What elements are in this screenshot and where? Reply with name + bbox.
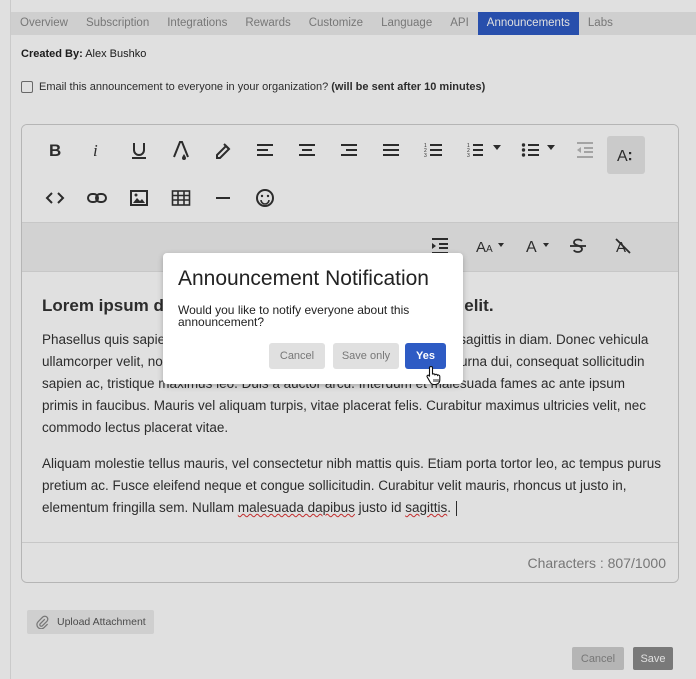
dialog-cancel-button[interactable]: Cancel	[269, 343, 325, 369]
dialog-save-only-button[interactable]: Save only	[333, 343, 399, 369]
announcement-notification-dialog: Announcement Notification Would you like…	[163, 253, 463, 384]
hand-pointer-cursor-icon	[426, 365, 441, 385]
dialog-message: Would you like to notify everyone about …	[178, 303, 410, 329]
dialog-title: Announcement Notification	[178, 267, 429, 290]
